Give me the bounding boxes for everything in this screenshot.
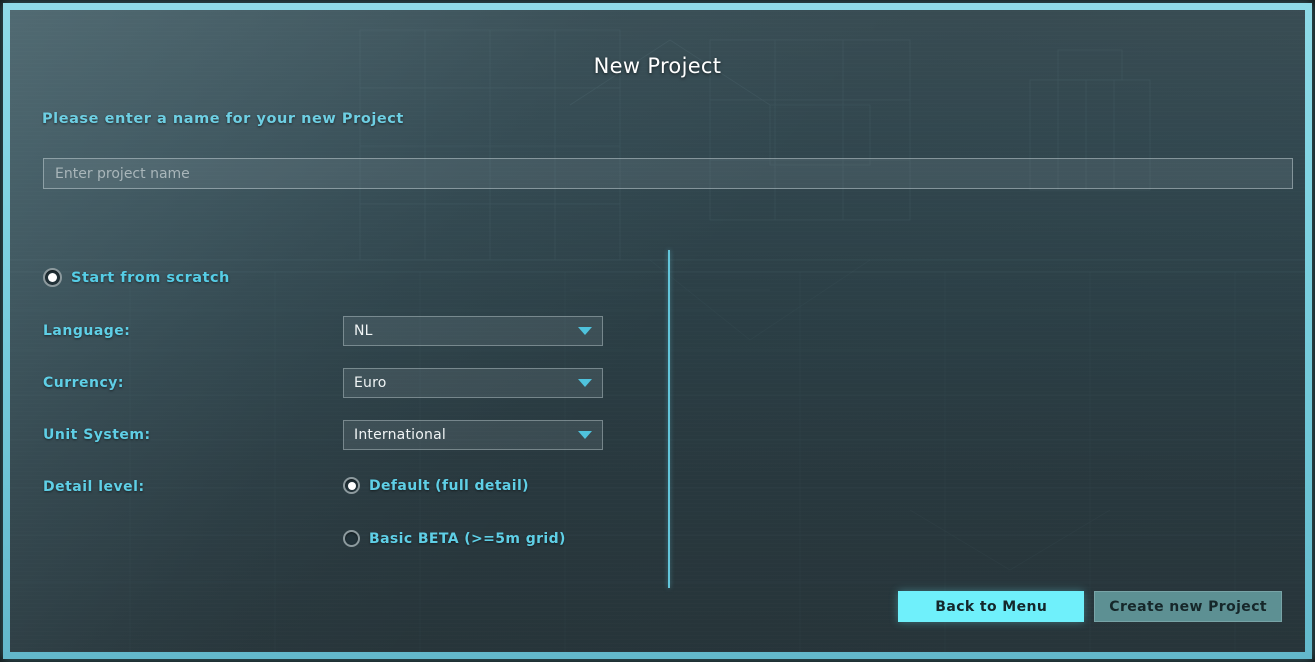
unit-system-dropdown[interactable]: International	[343, 420, 603, 450]
chevron-down-icon	[578, 379, 592, 387]
field-unit-system: Unit System: International	[43, 420, 603, 450]
currency-dropdown[interactable]: Euro	[343, 368, 603, 398]
create-new-project-button[interactable]: Create new Project	[1094, 591, 1282, 622]
radio-start-from-scratch[interactable]: Start from scratch	[43, 268, 230, 287]
radio-selected-icon[interactable]	[343, 477, 360, 494]
radio-unselected-icon[interactable]	[343, 530, 360, 547]
language-value: NL	[354, 323, 373, 339]
unit-system-value: International	[354, 427, 446, 443]
use-existing-template-column: Use existing Template Category: Domain T…	[668, 10, 1305, 652]
new-project-dialog: New Project Please enter a name for your…	[10, 10, 1305, 652]
radio-detail-basic-label: Basic BETA (>=5m grid)	[369, 530, 566, 547]
footer-button-bar: Back to Menu Create new Project	[898, 591, 1282, 622]
chevron-down-icon	[578, 327, 592, 335]
currency-label: Currency:	[43, 375, 125, 391]
chevron-down-icon	[578, 431, 592, 439]
field-currency: Currency: Euro	[43, 368, 603, 398]
detail-level-label: Detail level:	[43, 479, 145, 495]
radio-detail-basic[interactable]: Basic BETA (>=5m grid)	[343, 530, 566, 547]
field-detail-level: Detail level: Default (full detail) Basi…	[43, 472, 603, 547]
unit-system-label: Unit System:	[43, 427, 151, 443]
field-language: Language: NL	[43, 316, 603, 346]
radio-detail-default-label: Default (full detail)	[369, 477, 529, 494]
language-dropdown[interactable]: NL	[343, 316, 603, 346]
application-window: New Project Please enter a name for your…	[0, 0, 1315, 662]
currency-value: Euro	[354, 375, 387, 391]
back-to-menu-button[interactable]: Back to Menu	[898, 591, 1085, 622]
radio-detail-default[interactable]: Default (full detail)	[343, 477, 529, 494]
radio-selected-icon[interactable]	[43, 268, 62, 287]
radio-start-from-scratch-label: Start from scratch	[71, 269, 230, 286]
start-from-scratch-column: Start from scratch Language: NL Currency…	[10, 10, 668, 652]
language-label: Language:	[43, 323, 131, 339]
